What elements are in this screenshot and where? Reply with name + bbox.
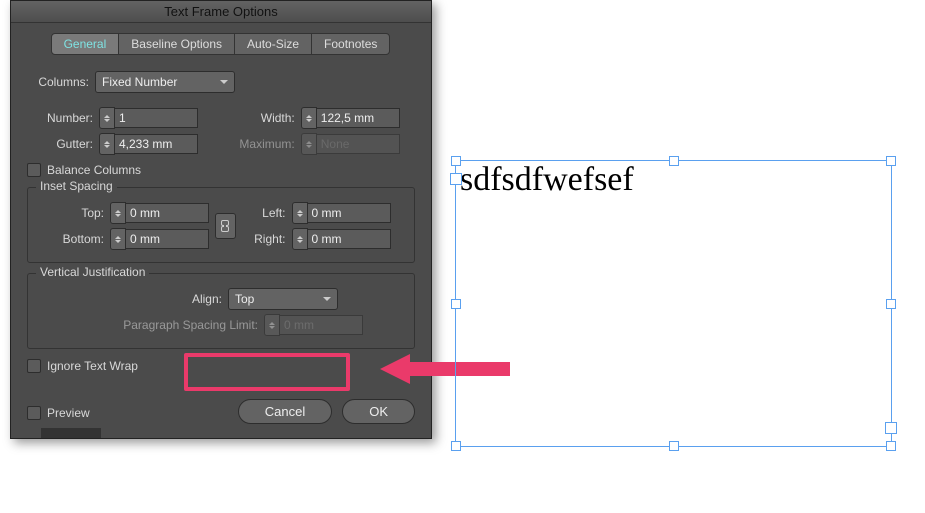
- para-spacing-limit-label: Paragraph Spacing Limit:: [78, 318, 264, 332]
- gutter-stepper[interactable]: [99, 133, 198, 155]
- balance-columns-checkbox[interactable]: Balance Columns: [27, 163, 141, 177]
- text-out-port[interactable]: [885, 422, 897, 434]
- align-value: Top: [235, 292, 254, 306]
- number-label: Number:: [27, 111, 99, 125]
- inset-bottom-label: Bottom:: [38, 232, 110, 246]
- tab-footnotes[interactable]: Footnotes: [311, 33, 390, 55]
- resize-handle-bc[interactable]: [669, 441, 679, 451]
- ignore-text-wrap-checkbox[interactable]: Ignore Text Wrap: [27, 359, 138, 373]
- inset-bottom-field[interactable]: [126, 229, 209, 249]
- para-spacing-limit-field: [280, 315, 363, 335]
- ignore-text-wrap-label: Ignore Text Wrap: [47, 359, 138, 373]
- inset-right-label: Right:: [242, 232, 292, 246]
- width-label: Width:: [229, 111, 301, 125]
- number-stepper[interactable]: [99, 107, 198, 129]
- text-in-port[interactable]: [450, 173, 462, 185]
- text-frame-content[interactable]: sdfsdfwefsef: [456, 161, 891, 198]
- spinner-icon[interactable]: [292, 202, 308, 224]
- checkbox-box-icon: [27, 359, 41, 373]
- resize-handle-tc[interactable]: [669, 156, 679, 166]
- columns-type-value: Fixed Number: [102, 75, 177, 89]
- chevron-down-icon: [323, 297, 331, 301]
- inset-left-label: Left:: [242, 206, 292, 220]
- text-frame[interactable]: sdfsdfwefsef: [455, 160, 892, 447]
- spinner-icon: [301, 133, 317, 155]
- inset-spacing-title: Inset Spacing: [36, 179, 117, 193]
- resize-handle-tl[interactable]: [451, 156, 461, 166]
- maximum-label: Maximum:: [229, 137, 301, 151]
- link-values-button[interactable]: [215, 213, 236, 239]
- decoration-bar: [41, 428, 101, 438]
- spinner-icon[interactable]: [301, 107, 317, 129]
- spinner-icon[interactable]: [99, 133, 115, 155]
- tab-auto-size[interactable]: Auto-Size: [234, 33, 312, 55]
- tab-general[interactable]: General: [51, 33, 120, 55]
- inset-right-field[interactable]: [308, 229, 391, 249]
- inset-right-stepper[interactable]: [292, 228, 391, 250]
- balance-columns-label: Balance Columns: [47, 163, 141, 177]
- spinner-icon[interactable]: [99, 107, 115, 129]
- dialog-title: Text Frame Options: [11, 1, 431, 23]
- checkbox-box-icon: [27, 406, 41, 420]
- inset-top-field[interactable]: [126, 203, 209, 223]
- inset-top-label: Top:: [38, 206, 110, 220]
- gutter-field[interactable]: [115, 134, 198, 154]
- spinner-icon[interactable]: [110, 228, 126, 250]
- inset-bottom-stepper[interactable]: [110, 228, 209, 250]
- align-select[interactable]: Top: [228, 288, 338, 310]
- align-label: Align:: [178, 292, 228, 306]
- resize-handle-bl[interactable]: [451, 441, 461, 451]
- resize-handle-ml[interactable]: [451, 299, 461, 309]
- number-field[interactable]: [115, 108, 198, 128]
- checkbox-box-icon: [27, 163, 41, 177]
- vertical-justification-group: Vertical Justification Align: Top Paragr…: [27, 273, 415, 349]
- spinner-icon: [264, 314, 280, 336]
- cancel-button[interactable]: Cancel: [238, 399, 332, 424]
- inset-left-stepper[interactable]: [292, 202, 391, 224]
- preview-checkbox[interactable]: Preview: [27, 406, 90, 420]
- text-frame-options-dialog: Text Frame Options General Baseline Opti…: [10, 0, 432, 439]
- gutter-label: Gutter:: [27, 137, 99, 151]
- inset-spacing-group: Inset Spacing Top: Bottom:: [27, 187, 415, 263]
- tab-baseline-options[interactable]: Baseline Options: [118, 33, 235, 55]
- width-field[interactable]: [317, 108, 400, 128]
- inset-top-stepper[interactable]: [110, 202, 209, 224]
- tab-bar: General Baseline Options Auto-Size Footn…: [11, 23, 431, 61]
- ok-button[interactable]: OK: [342, 399, 415, 424]
- maximum-field: [317, 134, 400, 154]
- vertical-justification-title: Vertical Justification: [36, 265, 149, 279]
- maximum-stepper: [301, 133, 400, 155]
- link-icon: [220, 219, 230, 233]
- resize-handle-tr[interactable]: [886, 156, 896, 166]
- resize-handle-br[interactable]: [886, 441, 896, 451]
- resize-handle-mr[interactable]: [886, 299, 896, 309]
- width-stepper[interactable]: [301, 107, 400, 129]
- dialog-body: Columns: Fixed Number Number: Gutter:: [11, 61, 431, 389]
- columns-type-select[interactable]: Fixed Number: [95, 71, 235, 93]
- spinner-icon[interactable]: [110, 202, 126, 224]
- columns-label: Columns:: [27, 75, 95, 89]
- para-spacing-limit-stepper: [264, 314, 363, 336]
- preview-label: Preview: [47, 406, 90, 420]
- chevron-down-icon: [220, 80, 228, 84]
- inset-left-field[interactable]: [308, 203, 391, 223]
- spinner-icon[interactable]: [292, 228, 308, 250]
